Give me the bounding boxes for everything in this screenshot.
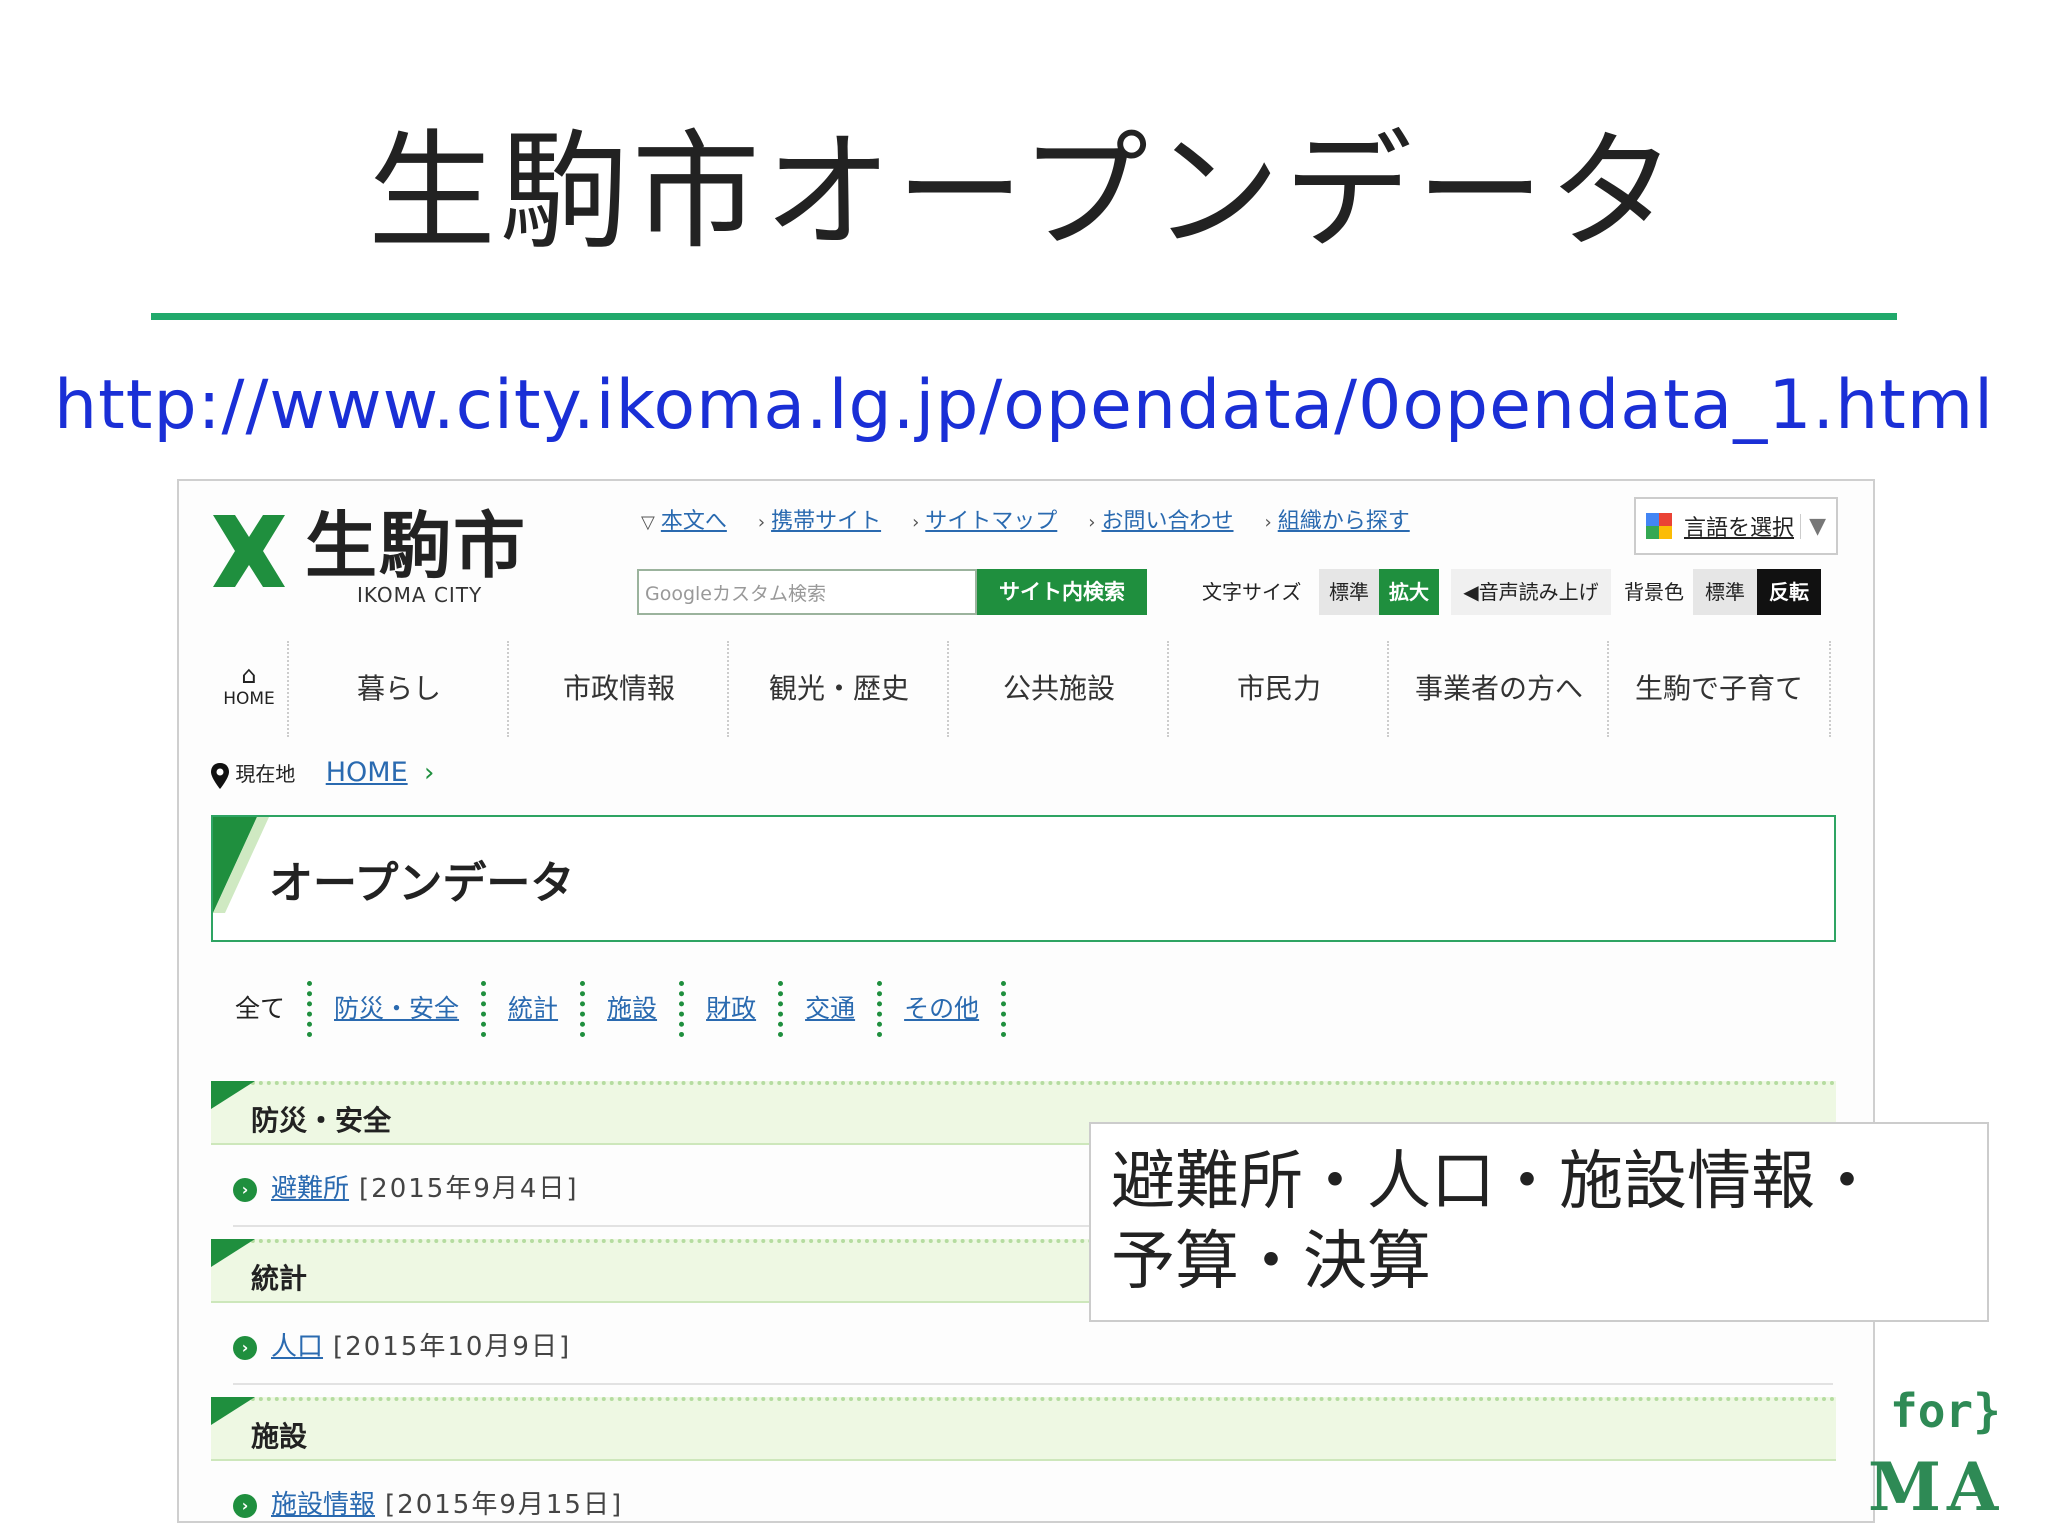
- title-divider: [151, 313, 1897, 320]
- font-large-button[interactable]: 拡大: [1379, 569, 1439, 615]
- nav-item-childcare[interactable]: 生駒で子育て: [1607, 641, 1831, 737]
- top-link-organization[interactable]: › 組織から探す: [1265, 509, 1410, 534]
- bullet-arrow-icon: ›: [233, 1335, 257, 1360]
- font-standard-button[interactable]: 標準: [1319, 569, 1379, 615]
- read-aloud-button[interactable]: ◀︎音声読み上げ: [1451, 569, 1611, 615]
- category-finance[interactable]: 財政: [684, 981, 784, 1037]
- category-transport[interactable]: 交通: [783, 981, 883, 1037]
- top-link-mobile[interactable]: › 携帯サイト: [758, 509, 881, 534]
- google-translate-icon: [1646, 513, 1672, 539]
- city-emblem-icon: [213, 515, 285, 587]
- home-icon: ⌂: [241, 661, 257, 689]
- breadcrumb: 現在地 HOME ›: [211, 753, 434, 793]
- section-corner-decoration: [211, 1239, 255, 1267]
- list-item: › 人口 [2015年10月9日]: [233, 1325, 571, 1369]
- category-statistics[interactable]: 統計: [486, 981, 586, 1037]
- font-size-label: 文字サイズ: [1202, 580, 1302, 604]
- city-logo-text[interactable]: 生駒市: [305, 501, 527, 591]
- dataset-link-facility-info[interactable]: 施設情報: [271, 1490, 375, 1520]
- bg-standard-button[interactable]: 標準: [1693, 569, 1757, 615]
- dataset-date: [2015年10月9日]: [333, 1332, 572, 1362]
- page-title: オープンデータ: [269, 858, 575, 909]
- nav-home[interactable]: ⌂ HOME: [211, 641, 287, 737]
- dataset-link-population[interactable]: 人口: [271, 1332, 323, 1362]
- city-logo-sub: IKOMA CITY: [357, 583, 483, 607]
- breadcrumb-home-link[interactable]: HOME: [326, 757, 408, 788]
- page-heading-box: オープンデータ: [211, 815, 1836, 942]
- brand-logo-text-top: for}: [1890, 1384, 2001, 1438]
- dataset-link-shelters[interactable]: 避難所: [271, 1174, 349, 1204]
- language-select[interactable]: 言語を選択 ▼: [1634, 497, 1838, 555]
- dataset-date: [2015年9月4日]: [359, 1174, 579, 1204]
- breadcrumb-label: 現在地: [235, 762, 296, 786]
- dropdown-arrow-icon: ▼: [1800, 513, 1826, 539]
- global-nav: ⌂ HOME 暮らし 市政情報 観光・歴史 公共施設 市民力 事業者の方へ 生駒…: [211, 641, 1841, 737]
- website-screenshot: 生駒市 IKOMA CITY ▽ 本文へ › 携帯サイト › サイトマップ › お問い合…: [177, 479, 1875, 1523]
- chevron-right-icon: ›: [424, 758, 435, 788]
- callout-line-2: 予算・決算: [1111, 1225, 1431, 1299]
- bullet-arrow-icon: ›: [233, 1177, 257, 1202]
- slide-title: 生駒市オープンデータ: [367, 118, 1681, 267]
- category-other[interactable]: その他: [882, 981, 1007, 1037]
- callout-line-1: 避難所・人口・施設情報・: [1111, 1145, 1879, 1219]
- search-input[interactable]: Googleカスタム検索: [637, 569, 977, 615]
- section-corner-decoration: [211, 1397, 255, 1425]
- nav-item-city-info[interactable]: 市政情報: [507, 641, 729, 737]
- item-divider: [233, 1383, 1833, 1385]
- source-url[interactable]: http://www.city.ikoma.lg.jp/opendata/0op…: [0, 362, 2048, 450]
- nav-item-tourism[interactable]: 観光・歴史: [727, 641, 949, 737]
- bg-invert-button[interactable]: 反転: [1757, 569, 1821, 615]
- nav-item-business[interactable]: 事業者の方へ: [1387, 641, 1609, 737]
- nav-item-citizen[interactable]: 市民力: [1167, 641, 1389, 737]
- bg-color-label: 背景色: [1624, 580, 1684, 604]
- section-heading-facilities: 施設: [211, 1397, 1836, 1461]
- category-facilities[interactable]: 施設: [585, 981, 685, 1037]
- language-select-label: 言語を選択: [1684, 516, 1795, 541]
- search-button[interactable]: サイト内検索: [977, 569, 1147, 615]
- list-item: › 施設情報 [2015年9月15日]: [233, 1483, 624, 1521]
- location-pin-icon: [211, 762, 229, 789]
- category-filter: 全て 防災・安全 統計 施設 財政 交通 その他: [235, 981, 1007, 1037]
- heading-corner-decoration: [213, 817, 269, 913]
- nav-item-living[interactable]: 暮らし: [287, 641, 509, 737]
- top-link-sitemap[interactable]: › サイトマップ: [912, 509, 1057, 534]
- top-link-contact[interactable]: › お問い合わせ: [1088, 509, 1233, 534]
- section-corner-decoration: [211, 1081, 255, 1109]
- top-links: ▽ 本文へ › 携帯サイト › サイトマップ › お問い合わせ › 組織から探す: [641, 503, 1434, 535]
- dataset-date: [2015年9月15日]: [385, 1490, 624, 1520]
- top-link-main[interactable]: ▽ 本文へ: [641, 509, 727, 534]
- speaker-icon: ◀︎: [1463, 580, 1479, 604]
- bullet-arrow-icon: ›: [233, 1493, 257, 1518]
- nav-item-facilities[interactable]: 公共施設: [947, 641, 1169, 737]
- category-all[interactable]: 全て: [235, 981, 313, 1037]
- category-disaster[interactable]: 防災・安全: [312, 981, 487, 1037]
- brand-logo-text-bottom: MA: [1868, 1448, 2005, 1526]
- callout-box: 避難所・人口・施設情報・ 予算・決算: [1089, 1122, 1989, 1322]
- list-item: › 避難所 [2015年9月4日]: [233, 1167, 579, 1211]
